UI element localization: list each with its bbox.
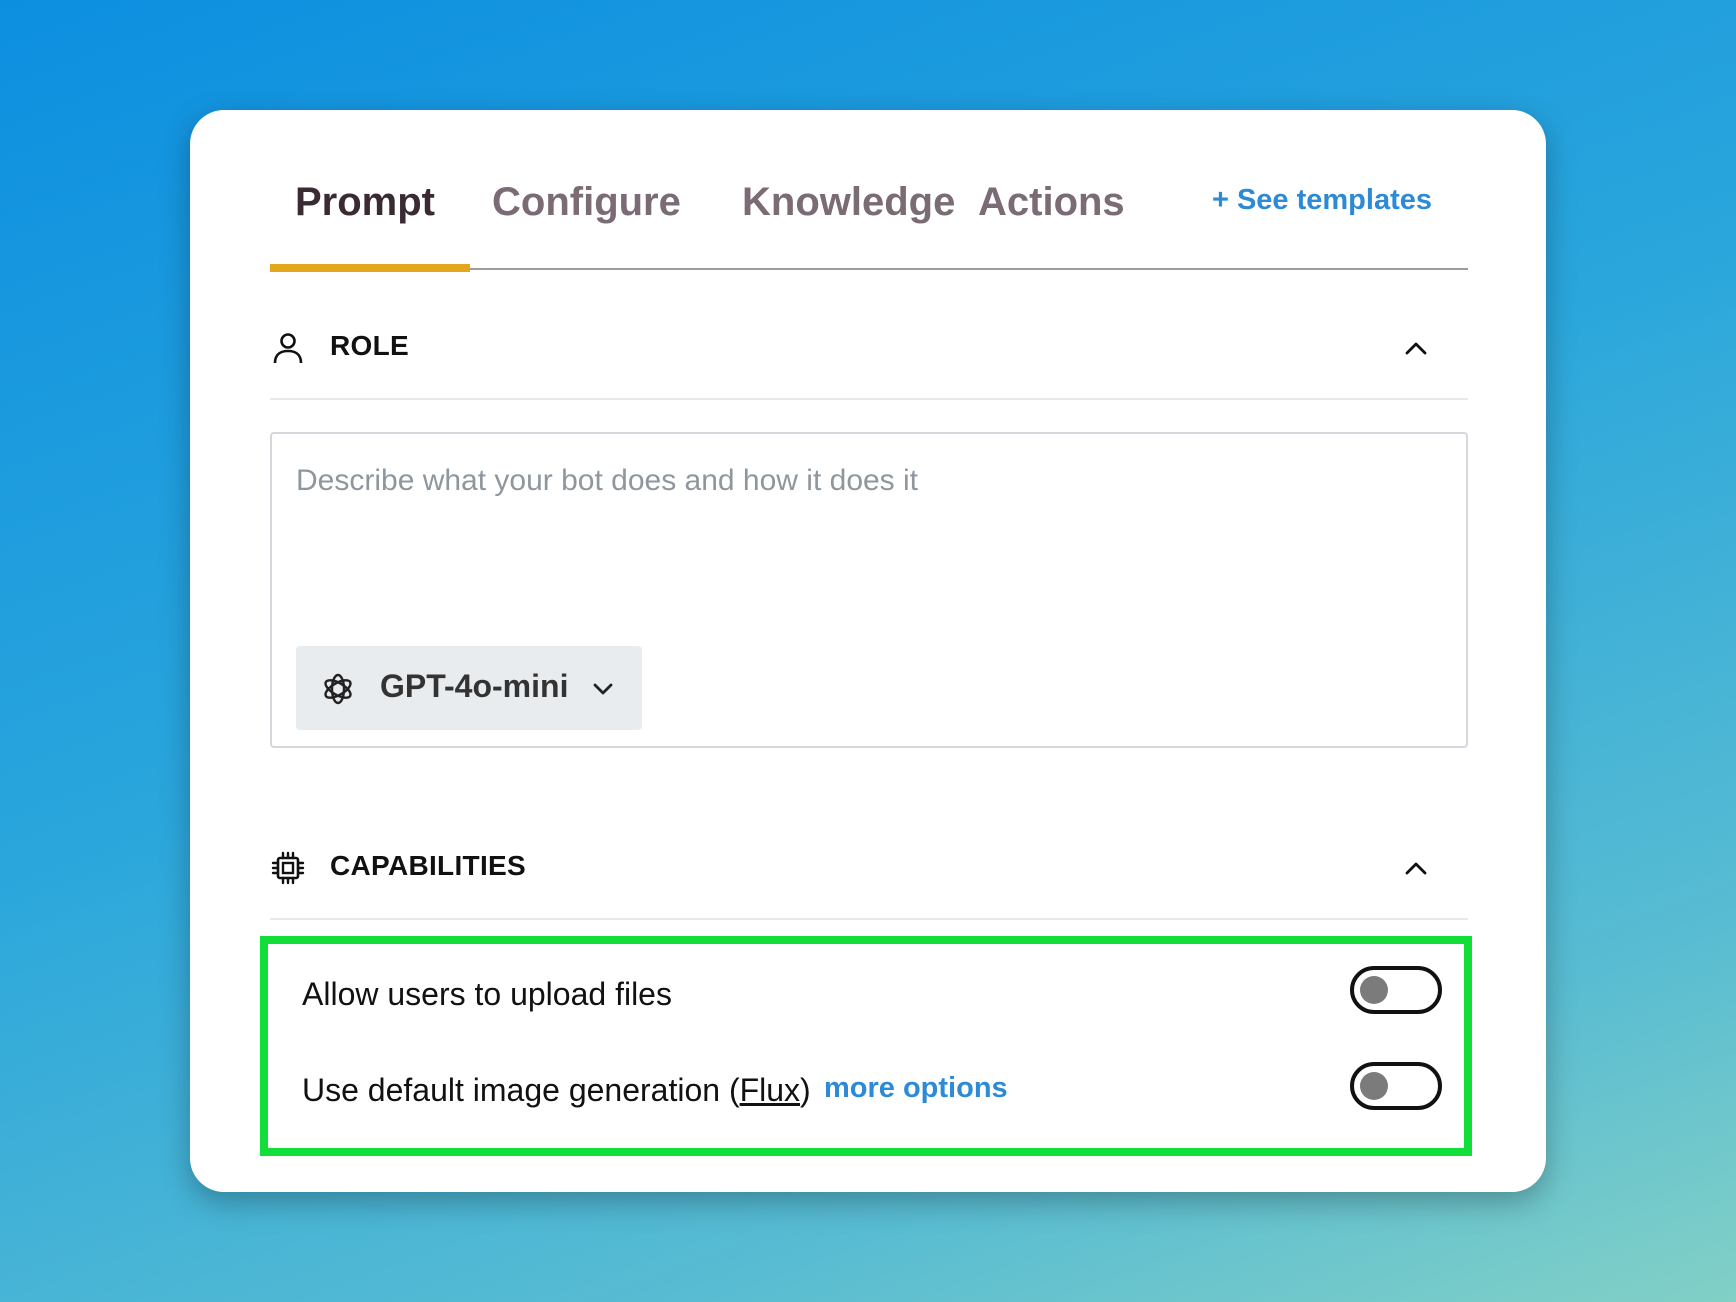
model-select-dropdown[interactable]: GPT-4o-mini: [296, 646, 642, 730]
upload-files-toggle[interactable]: [1350, 966, 1442, 1014]
capability-upload-files-row: Allow users to upload files: [302, 966, 1442, 1026]
chevron-up-icon[interactable]: [1400, 332, 1432, 364]
user-icon: [273, 333, 303, 364]
tab-bar: Prompt Configure Knowledge Actions + See…: [270, 180, 1468, 272]
chevron-up-icon[interactable]: [1400, 852, 1432, 884]
capabilities-highlight-box: Allow users to upload files Use default …: [260, 936, 1472, 1156]
image-generation-label-prefix: Use default image generation (: [302, 1072, 740, 1108]
role-description-textarea[interactable]: [272, 434, 1466, 634]
tab-knowledge[interactable]: Knowledge: [742, 180, 955, 270]
flux-link[interactable]: Flux: [740, 1072, 800, 1108]
chevron-down-icon: [593, 683, 613, 695]
role-title: ROLE: [330, 330, 409, 361]
capability-image-generation-label: Use default image generation (Flux): [302, 1072, 811, 1109]
more-options-link[interactable]: more options: [824, 1072, 1008, 1105]
tab-actions[interactable]: Actions: [978, 180, 1125, 270]
capabilities-section-header[interactable]: CAPABILITIES: [270, 830, 1468, 920]
image-generation-label-suffix: ): [800, 1072, 811, 1108]
openai-icon: [324, 673, 352, 705]
capability-upload-files-label: Allow users to upload files: [302, 976, 672, 1012]
toggle-knob: [1360, 976, 1388, 1004]
tab-prompt[interactable]: Prompt: [270, 180, 470, 272]
toggle-knob: [1360, 1072, 1388, 1100]
capabilities-title: CAPABILITIES: [330, 850, 526, 881]
role-section-header[interactable]: ROLE: [270, 310, 1468, 400]
see-templates-link[interactable]: + See templates: [1212, 184, 1432, 217]
model-label: GPT-4o-mini: [380, 668, 569, 704]
bot-editor-card: Prompt Configure Knowledge Actions + See…: [190, 110, 1546, 1192]
tab-configure[interactable]: Configure: [492, 180, 681, 270]
capability-image-generation-row: Use default image generation (Flux) more…: [302, 1062, 1442, 1122]
role-input-container: GPT-4o-mini: [270, 432, 1468, 748]
chip-icon: [271, 851, 305, 885]
image-generation-toggle[interactable]: [1350, 1062, 1442, 1110]
